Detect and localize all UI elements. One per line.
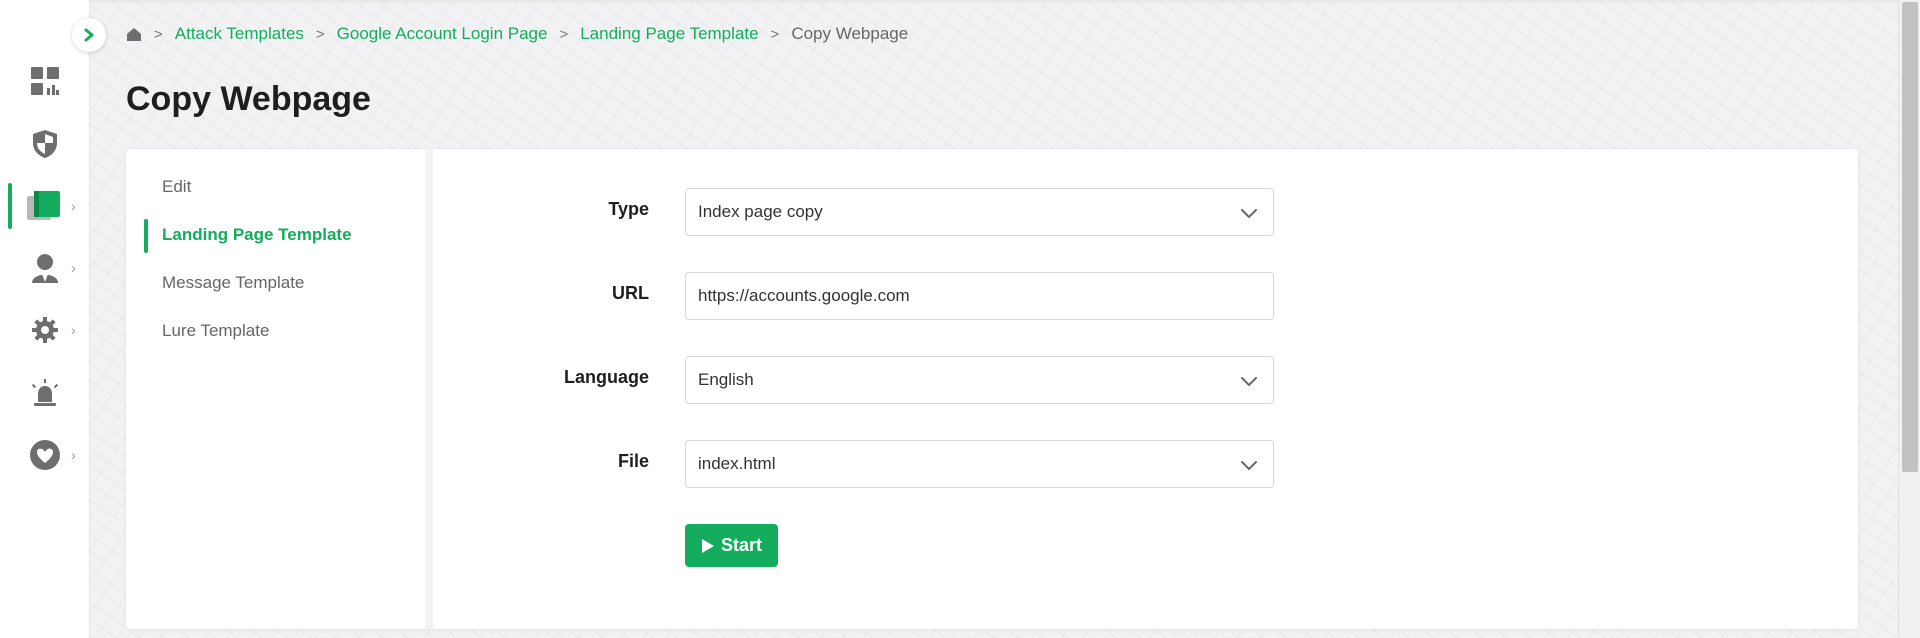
chevron-down-icon xyxy=(1241,461,1257,471)
language-label: Language xyxy=(563,367,649,387)
subnav-active-indicator xyxy=(144,219,148,253)
type-select-value: Index page copy xyxy=(698,202,823,221)
sidebar-item-settings[interactable]: › xyxy=(0,305,90,355)
url-input[interactable]: https://accounts.google.com xyxy=(685,272,1274,320)
template-subnav: Edit Landing Page Template Message Templ… xyxy=(126,149,433,629)
users-icon xyxy=(32,254,58,283)
url-input-value: https://accounts.google.com xyxy=(698,286,910,305)
type-select[interactable]: Index page copy xyxy=(685,188,1274,236)
start-button[interactable]: Start xyxy=(685,524,778,567)
breadcrumb-attack-templates[interactable]: Attack Templates xyxy=(175,24,304,44)
subnav-item-lure-template[interactable]: Lure Template xyxy=(162,321,269,341)
breadcrumb-current: Copy Webpage xyxy=(791,24,909,43)
sidebar-item-templates[interactable]: › xyxy=(0,181,90,231)
sidebar-item-favorites[interactable]: › xyxy=(0,430,90,480)
breadcrumb-separator: > xyxy=(315,25,325,43)
home-icon[interactable] xyxy=(126,27,142,42)
scrollbar-thumb[interactable] xyxy=(1902,2,1918,472)
subnav-item-landing-page-template[interactable]: Landing Page Template xyxy=(162,225,352,245)
page-title: Copy Webpage xyxy=(126,80,371,118)
page-scrollbar[interactable] xyxy=(1898,0,1920,638)
language-select-value: English xyxy=(698,370,754,389)
chevron-right-icon: › xyxy=(71,198,76,214)
file-label: File xyxy=(617,451,649,471)
chevron-down-icon xyxy=(1241,377,1257,387)
chevron-right-icon: › xyxy=(71,260,76,276)
sidebar-item-alerts[interactable] xyxy=(0,368,90,418)
breadcrumb-separator: > xyxy=(770,25,780,43)
subnav-item-message-template[interactable]: Message Template xyxy=(162,273,304,293)
chevron-right-icon: › xyxy=(71,447,76,463)
sidebar-expand-button[interactable] xyxy=(72,18,106,52)
subnav-item-edit[interactable]: Edit xyxy=(162,177,191,197)
templates-icon xyxy=(27,191,60,220)
sidebar-item-dashboard[interactable] xyxy=(0,56,90,106)
alarm-icon xyxy=(31,379,59,406)
breadcrumb-landing-page-template[interactable]: Landing Page Template xyxy=(580,24,758,44)
play-icon xyxy=(701,538,714,553)
dashboard-icon xyxy=(31,67,59,95)
breadcrumb-separator: > xyxy=(154,25,163,43)
sidebar-item-security[interactable] xyxy=(0,119,90,169)
left-rail: › › › › xyxy=(0,0,90,638)
chevron-right-icon: › xyxy=(71,322,76,338)
file-select[interactable]: index.html xyxy=(685,440,1274,488)
file-select-value: index.html xyxy=(698,454,776,473)
breadcrumb: > Attack Templates > Google Account Logi… xyxy=(126,23,908,45)
url-label: URL xyxy=(612,283,649,303)
chevron-right-icon xyxy=(84,28,94,42)
breadcrumb-separator: > xyxy=(559,25,569,43)
main-card: Edit Landing Page Template Message Templ… xyxy=(126,149,1858,629)
shield-icon xyxy=(33,130,57,158)
breadcrumb-google-account-login-page[interactable]: Google Account Login Page xyxy=(337,24,548,44)
chevron-down-icon xyxy=(1241,209,1257,219)
settings-icon xyxy=(32,317,58,343)
language-select[interactable]: English xyxy=(685,356,1274,404)
type-label: Type xyxy=(608,199,649,219)
heart-chat-icon xyxy=(30,440,60,470)
sidebar-item-users[interactable]: › xyxy=(0,243,90,293)
start-button-label: Start xyxy=(720,535,762,555)
top-shadow xyxy=(90,0,1898,4)
